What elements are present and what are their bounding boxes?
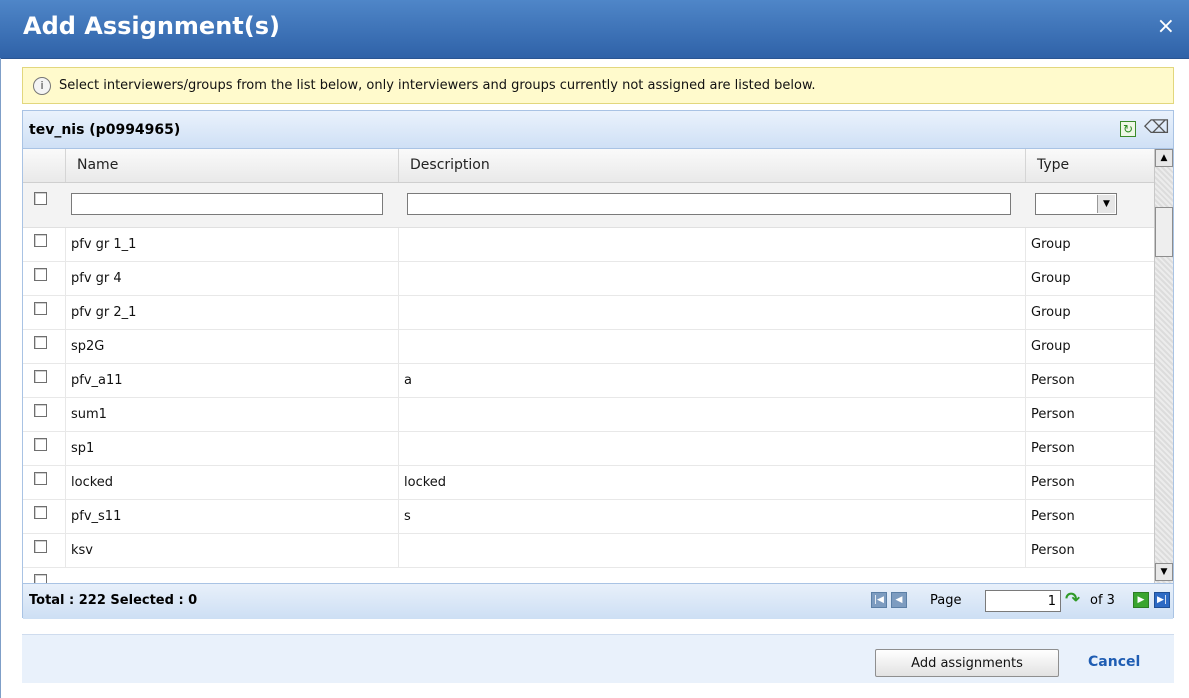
row-checkbox[interactable] [34,336,47,349]
cell-type: Person [1031,407,1075,422]
prev-page-icon[interactable]: ◀ [891,592,907,608]
cell-description [398,534,1025,568]
table-row[interactable]: pfv gr 1_1 Group [23,228,1154,262]
dialog-border [0,58,1,698]
grid-scrollbar[interactable]: ▲ ▼ [1154,149,1173,583]
add-assignments-button[interactable]: Add assignments [875,649,1059,677]
cell-type: Person [1031,441,1075,456]
info-text: Select interviewers/groups from the list… [59,78,816,93]
row-checkbox[interactable] [34,302,47,315]
cell-name: ksv [71,543,93,558]
column-header-type[interactable]: Type [1025,149,1154,182]
dialog-titlebar: Add Assignment(s) × [0,0,1189,59]
page-count-label: of 3 [1090,593,1115,608]
go-page-icon[interactable]: ↷ [1065,590,1085,610]
table-row[interactable]: pfv gr 4 Group [23,262,1154,296]
cell-description [398,296,1025,330]
cell-description [398,228,1025,262]
cancel-button[interactable]: Cancel [1088,654,1140,670]
panel-title: tev_nis (p0994965) [29,122,181,138]
cell-name: sum1 [71,407,107,422]
cell-type: Person [1031,475,1075,490]
row-checkbox[interactable] [34,506,47,519]
info-banner: i Select interviewers/groups from the li… [22,67,1174,104]
type-filter-select[interactable]: ▼ [1035,193,1117,215]
cell-type: Person [1031,373,1075,388]
eraser-icon[interactable]: ⌫ [1144,118,1169,138]
row-checkbox[interactable] [34,370,47,383]
table-row[interactable]: sp2G Group [23,330,1154,364]
cell-name: sp1 [71,441,95,456]
row-checkbox[interactable] [34,268,47,281]
grid-footer: Total : 222 Selected : 0 |◀ ◀ Page ↷ of … [23,583,1173,619]
table-row[interactable]: pfv_s11 s Person [23,500,1154,534]
cell-description [398,398,1025,432]
table-row-partial[interactable] [23,568,1154,583]
cell-name: pfv gr 4 [71,271,122,286]
page-label: Page [930,593,962,608]
dialog-action-bar: Add assignments Cancel [22,634,1174,683]
name-filter-input[interactable] [71,193,383,215]
cell-name: pfv_s11 [71,509,122,524]
total-selected-label: Total : 222 Selected : 0 [29,593,198,608]
filter-row [23,183,1154,228]
assignment-grid-panel: tev_nis (p0994965) ↻ ⌫ Name Description … [22,110,1174,619]
column-header-name[interactable]: Name [65,149,398,182]
refresh-icon[interactable]: ↻ [1120,121,1136,137]
cell-type: Group [1031,339,1071,354]
dialog-title: Add Assignment(s) [23,12,280,40]
row-checkbox[interactable] [34,438,47,451]
page-number-input[interactable] [985,590,1061,612]
cell-type: Group [1031,271,1071,286]
cell-type: Person [1031,509,1075,524]
table-row[interactable]: pfv_a11 a Person [23,364,1154,398]
table-row[interactable]: sp1 Person [23,432,1154,466]
cell-description: a [404,373,412,388]
cell-name: pfv_a11 [71,373,123,388]
row-checkbox[interactable] [34,404,47,417]
table-row[interactable]: sum1 Person [23,398,1154,432]
next-page-icon[interactable]: ▶ [1133,592,1149,608]
row-checkbox[interactable] [34,234,47,247]
first-page-icon[interactable]: |◀ [871,592,887,608]
panel-header: tev_nis (p0994965) ↻ ⌫ [23,111,1173,149]
cell-type: Group [1031,305,1071,320]
grid-header: Name Description Type [23,149,1154,183]
cell-type: Person [1031,543,1075,558]
scroll-up-icon[interactable]: ▲ [1155,149,1173,167]
chevron-down-icon[interactable]: ▼ [1097,195,1115,213]
column-header-description[interactable]: Description [398,149,1025,182]
cell-name: pfv gr 1_1 [71,237,137,252]
row-checkbox[interactable] [34,540,47,553]
grid-rows: pfv gr 1_1 Group pfv gr 4 Group pfv gr 2_1 Gr… [23,228,1154,583]
table-row[interactable]: ksv Person [23,534,1154,568]
cell-name: locked [71,475,114,490]
cell-description [398,330,1025,364]
row-checkbox[interactable] [34,472,47,485]
row-checkbox[interactable] [34,574,47,583]
scroll-thumb[interactable] [1155,207,1173,257]
cell-description [398,262,1025,296]
cell-description: s [404,509,411,524]
table-row[interactable]: pfv gr 2_1 Group [23,296,1154,330]
cell-type: Group [1031,237,1071,252]
last-page-icon[interactable]: ▶| [1154,592,1170,608]
cell-description: locked [404,475,447,490]
table-row[interactable]: locked locked Person [23,466,1154,500]
scroll-down-icon[interactable]: ▼ [1155,563,1173,581]
description-filter-input[interactable] [407,193,1011,215]
cell-name: pfv gr 2_1 [71,305,137,320]
select-all-checkbox[interactable] [34,192,47,205]
info-icon: i [33,77,51,95]
cell-description [398,432,1025,466]
cell-name: sp2G [71,339,105,354]
close-icon[interactable]: × [1157,16,1175,38]
